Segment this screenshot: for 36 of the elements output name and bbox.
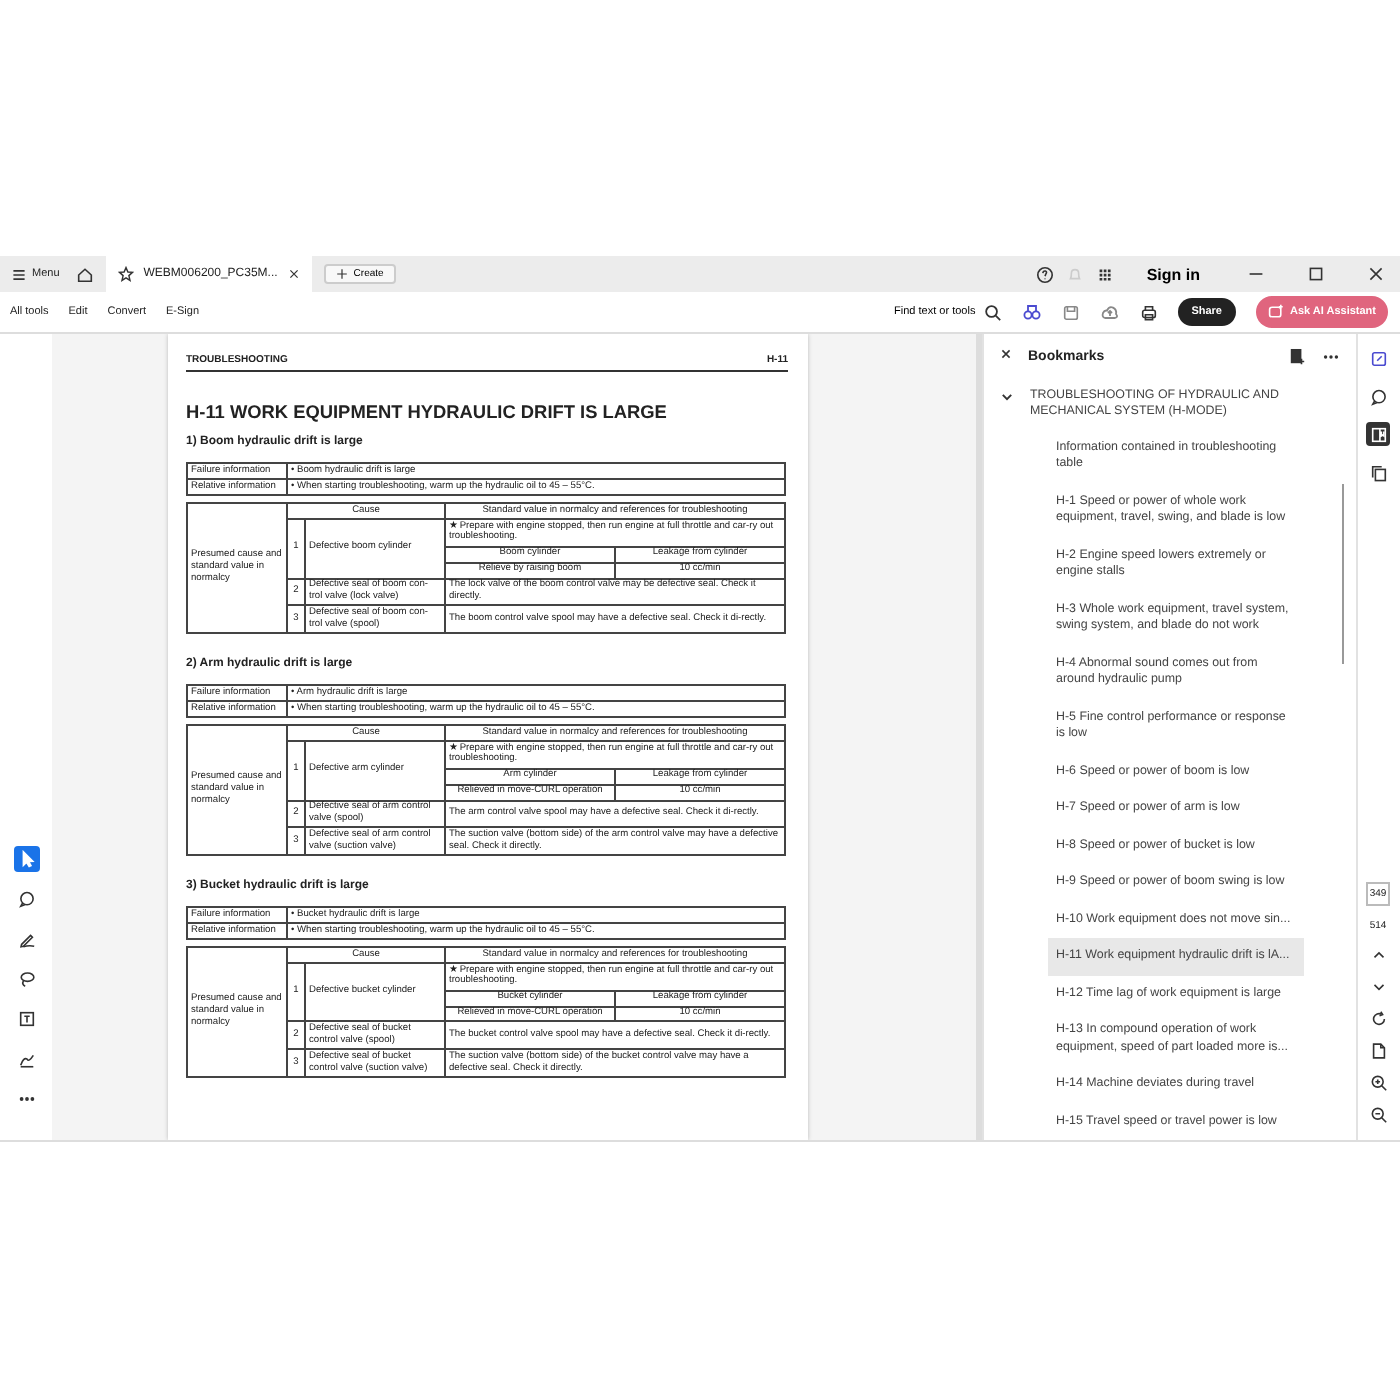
page-title: H-11 WORK EQUIPMENT HYDRAULIC DRIFT IS LARGE [186,402,669,425]
panel-button[interactable] [1366,422,1390,446]
lasso-icon [17,970,35,988]
sign-in-button[interactable]: Sign in [1126,265,1220,283]
text-box-icon [17,1010,35,1028]
maximize-icon[interactable] [1308,266,1324,282]
zoom-out-icon[interactable] [1369,1106,1387,1124]
apps-grid-icon[interactable] [1096,265,1115,283]
upload-cloud-icon[interactable] [1099,302,1120,322]
panel-button[interactable] [1366,346,1390,370]
scrollbar[interactable] [1341,484,1344,664]
print-icon[interactable] [1139,303,1158,321]
signature-icon [17,1050,35,1068]
close-icon[interactable] [1000,348,1012,361]
chevron-down-icon [1000,389,1014,403]
star-icon [117,266,134,282]
search-icon [983,303,1002,321]
comment-icon [17,890,35,908]
pen-icon [17,930,35,948]
help-icon[interactable] [1036,265,1055,283]
glasses-icon[interactable] [1021,302,1042,322]
close-icon [287,268,300,280]
chat-plus-icon [1268,304,1284,320]
home-icon[interactable] [75,265,94,283]
panel-button[interactable] [1366,384,1390,408]
zoom-in-icon[interactable] [1369,1074,1387,1092]
menu-icon [12,267,26,281]
plus-icon [335,268,348,280]
refresh-icon[interactable] [1369,1010,1387,1028]
save-file-icon[interactable] [1369,1042,1387,1060]
save-icon[interactable] [1061,303,1080,321]
panel-button[interactable] [1366,460,1390,484]
pointer-icon [17,850,35,868]
tool-button[interactable] [13,886,39,912]
close-icon[interactable] [1368,266,1384,282]
add-bookmark-icon[interactable] [1288,347,1306,366]
